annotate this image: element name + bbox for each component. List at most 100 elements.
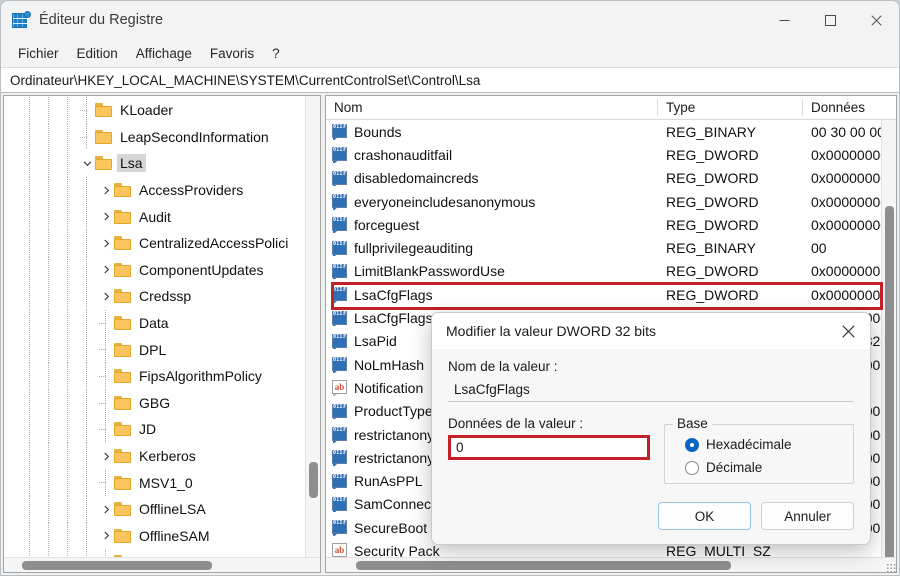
values-horizontal-scrollbar[interactable] <box>326 557 896 572</box>
string-value-icon <box>332 543 348 557</box>
radio-hexadecimal[interactable]: Hexadécimale <box>685 437 843 452</box>
column-header-data[interactable]: Données <box>803 96 896 119</box>
value-row[interactable]: forceguestREG_DWORD0x00000000 <box>326 213 896 236</box>
tree-item[interactable]: KLoader <box>4 97 320 124</box>
binary-value-icon <box>332 147 348 163</box>
tree-item[interactable]: OfflineLSA <box>4 495 320 523</box>
chevron-right-icon[interactable] <box>98 203 114 230</box>
tree-item[interactable]: Kerberos <box>4 442 320 470</box>
string-value-icon <box>332 380 348 396</box>
dialog-close-button[interactable] <box>826 313 870 349</box>
value-name: Bounds <box>354 123 402 140</box>
value-name: Notification <box>354 379 424 396</box>
folder-icon <box>95 103 112 118</box>
tree-item[interactable]: CentralizedAccessPolici <box>4 229 320 257</box>
binary-value-icon <box>332 310 348 327</box>
tree-vertical-scrollbar[interactable] <box>305 96 320 557</box>
value-row[interactable]: crashonauditfailREG_DWORD0x00000000 <box>326 143 896 166</box>
value-row[interactable]: BoundsREG_BINARY00 30 00 00 <box>326 120 896 143</box>
radio-decimal[interactable]: Décimale <box>685 460 843 475</box>
tree-item[interactable]: Data <box>4 309 320 337</box>
tree-item[interactable]: AccessProviders <box>4 176 320 204</box>
ok-button[interactable]: OK <box>658 502 751 530</box>
tree-item[interactable]: FipsAlgorithmPolicy <box>4 362 320 390</box>
folder-icon <box>114 555 131 557</box>
tree-item[interactable]: OfflineSAM <box>4 522 320 550</box>
value-name: crashonauditfail <box>354 146 453 163</box>
resize-grip[interactable] <box>886 563 896 573</box>
registry-tree-pane: KLoader LeapSecondInformation Lsa AccessPro… <box>3 95 321 573</box>
tree-item[interactable]: JD <box>4 416 320 443</box>
chevron-right-icon[interactable] <box>98 257 114 284</box>
value-row[interactable]: LimitBlankPasswordUseREG_DWORD0x00000001 <box>326 260 896 283</box>
tree-item[interactable]: LeapSecondInformation <box>4 123 320 151</box>
tree-item[interactable]: Credssp <box>4 283 320 310</box>
value-name: forceguest <box>354 216 420 233</box>
value-name: fullprivilegeauditing <box>354 240 474 257</box>
binary-value-icon <box>332 403 348 420</box>
value-row[interactable]: LsaCfgFlagsREG_DWORD0x00000000 <box>326 283 896 306</box>
tree-item[interactable]: OSConfig <box>4 549 320 557</box>
value-name-input[interactable]: LsaCfgFlags <box>448 378 854 402</box>
value-name-label: Nom de la valeur : <box>448 359 558 374</box>
value-name: NoLmHash <box>354 356 425 373</box>
menu-affichage[interactable]: Affichage <box>127 43 201 64</box>
cancel-button[interactable]: Annuler <box>761 502 854 530</box>
value-row[interactable]: disabledomaincredsREG_DWORD0x00000000 <box>326 167 896 190</box>
value-type: REG_DWORD <box>666 193 759 210</box>
tree-hscroll-thumb[interactable] <box>22 561 212 570</box>
title-bar: Éditeur du Registre <box>1 1 899 39</box>
chevron-right-icon[interactable] <box>98 283 114 310</box>
value-row[interactable]: everyoneincludesanonymousREG_DWORD0x0000… <box>326 190 896 213</box>
folder-icon <box>114 209 131 224</box>
chevron-right-icon[interactable] <box>98 177 114 204</box>
chevron-down-icon[interactable] <box>79 150 95 177</box>
maximize-button[interactable] <box>807 1 853 39</box>
tree-item[interactable]: GBG <box>4 389 320 417</box>
chevron-right-icon[interactable] <box>98 496 114 523</box>
menu-fichier[interactable]: Fichier <box>9 43 68 64</box>
column-header-type[interactable]: Type <box>658 96 803 119</box>
values-scroll-thumb[interactable] <box>885 206 894 557</box>
tree-item[interactable]: ComponentUpdates <box>4 256 320 284</box>
binary-value-icon <box>332 240 348 257</box>
binary-value-icon <box>332 287 348 303</box>
tree-scroll-thumb[interactable] <box>309 462 318 498</box>
radio-decimal-label: Décimale <box>706 460 763 475</box>
chevron-right-icon[interactable] <box>98 443 114 470</box>
value-data-input[interactable]: 0 <box>448 435 650 460</box>
value-row[interactable]: fullprivilegeauditingREG_BINARY00 <box>326 236 896 259</box>
chevron-right-icon[interactable] <box>98 230 114 257</box>
value-name: SecureBoot <box>354 519 428 536</box>
value-type: REG_DWORD <box>666 263 759 280</box>
binary-value-icon <box>332 357 348 373</box>
tree-item[interactable]: Lsa <box>4 150 320 177</box>
tree-item-label: Lsa <box>117 154 146 173</box>
tree-item[interactable]: Audit <box>4 203 320 230</box>
folder-icon <box>95 129 112 144</box>
values-vertical-scrollbar[interactable] <box>881 120 896 557</box>
folder-icon <box>114 449 131 464</box>
binary-value-icon <box>332 170 348 187</box>
radio-hexadecimal-label: Hexadécimale <box>706 437 792 452</box>
value-name: RunAsPPL <box>354 473 423 490</box>
tree-item-label: OfflineLSA <box>139 501 206 518</box>
column-header-name[interactable]: Nom <box>326 96 658 119</box>
value-name: restrictanony <box>354 426 435 443</box>
tree-horizontal-scrollbar[interactable] <box>4 557 320 572</box>
close-button[interactable] <box>853 1 899 39</box>
chevron-right-icon[interactable] <box>98 523 114 550</box>
menu-help[interactable]: ? <box>263 43 289 64</box>
binary-value-icon <box>332 520 348 536</box>
binary-value-icon <box>332 124 348 140</box>
tree-item[interactable]: MSV1_0 <box>4 469 320 496</box>
address-bar[interactable]: Ordinateur\HKEY_LOCAL_MACHINE\SYSTEM\Cur… <box>1 67 899 93</box>
menu-favoris[interactable]: Favoris <box>201 43 263 64</box>
tree-item[interactable]: DPL <box>4 336 320 363</box>
values-hscroll-thumb[interactable] <box>356 561 731 570</box>
menu-edition[interactable]: Edition <box>68 43 127 64</box>
tree-item-label: FipsAlgorithmPolicy <box>139 368 262 385</box>
minimize-button[interactable] <box>761 1 807 39</box>
